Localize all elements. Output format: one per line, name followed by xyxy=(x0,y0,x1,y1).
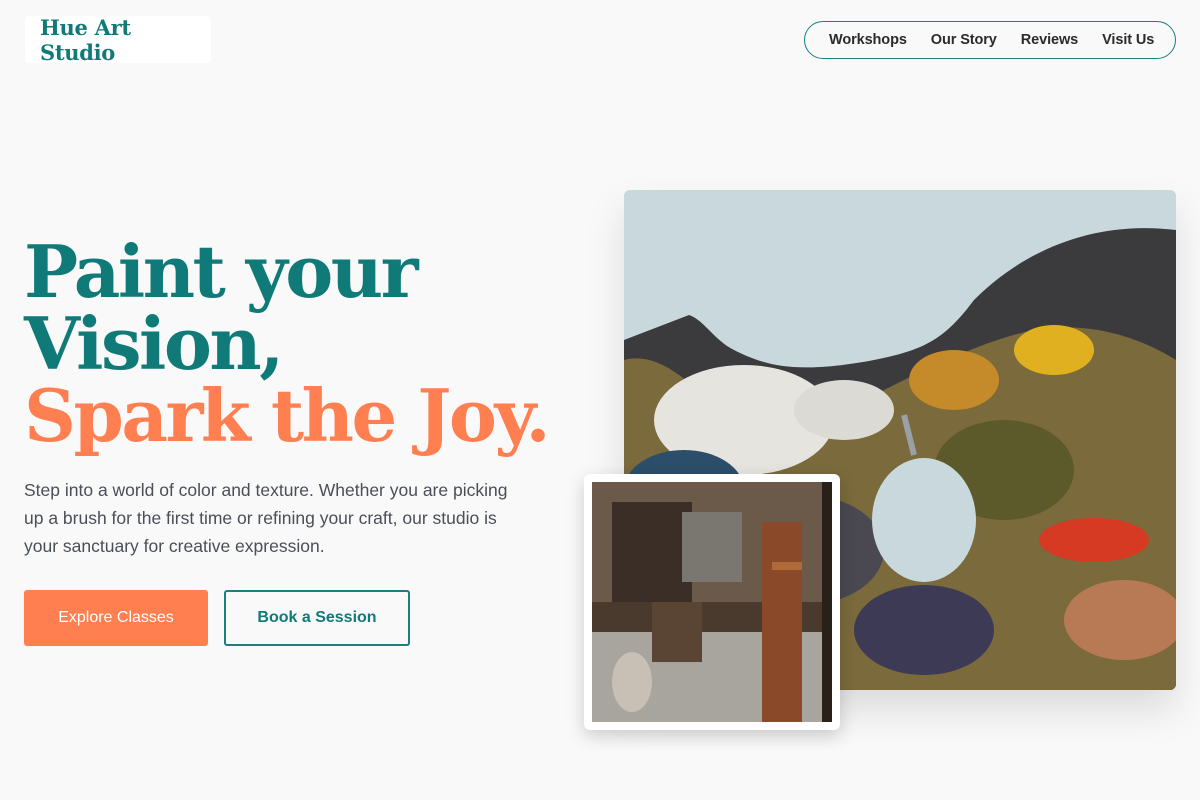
nav-item-workshops[interactable]: Workshops xyxy=(829,32,907,48)
brand-name: Hue Art Studio xyxy=(40,14,131,65)
explore-classes-button[interactable]: Explore Classes xyxy=(24,590,208,646)
nav-item-visit-us[interactable]: Visit Us xyxy=(1102,32,1154,48)
hero-lead-text: Step into a world of color and texture. … xyxy=(24,480,508,556)
headline-line-3: Spark the Joy. xyxy=(24,373,551,458)
headline-line-1: Paint your xyxy=(24,229,419,314)
brand-logo[interactable]: Hue Art Studio xyxy=(25,14,211,65)
headline-line-2: Vision, xyxy=(24,301,284,386)
nav-item-reviews[interactable]: Reviews xyxy=(1021,32,1078,48)
main-nav: Workshops Our Story Reviews Visit Us xyxy=(804,21,1176,59)
book-session-button[interactable]: Book a Session xyxy=(224,590,410,646)
studio-photo-frame xyxy=(584,474,840,730)
hero-headline: Paint your Vision, Spark the Joy. xyxy=(24,229,551,458)
nav-item-our-story[interactable]: Our Story xyxy=(931,32,997,48)
studio-interior-image xyxy=(592,482,832,722)
